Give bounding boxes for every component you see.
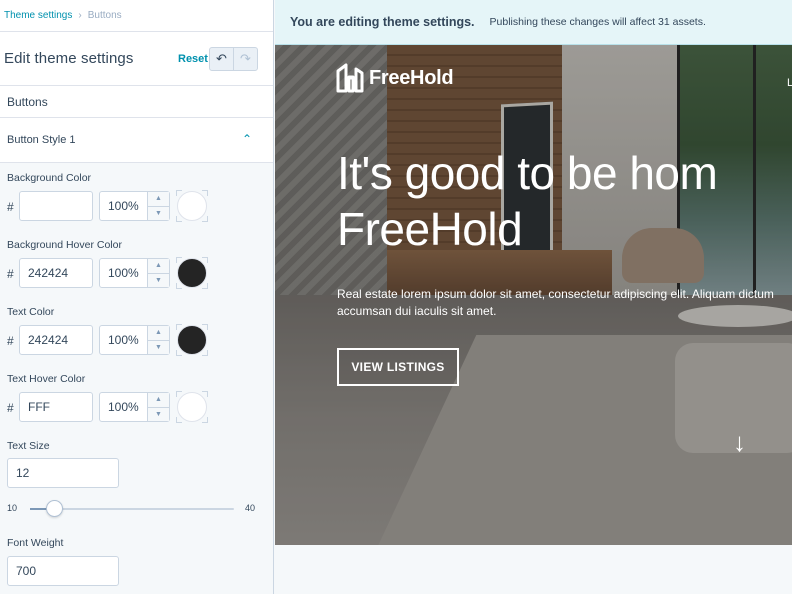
hero-body-text: Real estate lorem ipsum dolor sit amet, … <box>337 286 792 320</box>
stepper-down-icon[interactable]: ▼ <box>148 205 169 221</box>
text-size-input[interactable]: 12 <box>7 458 119 488</box>
slider-max-label: 40 <box>245 503 256 513</box>
opacity-stepper[interactable]: ▲ ▼ <box>147 259 169 287</box>
hex-color-input[interactable]: FFF <box>19 392 93 422</box>
opacity-value: 100% <box>108 333 139 347</box>
color-swatch-button[interactable] <box>176 391 208 423</box>
logo-text: FreeHold <box>369 66 454 89</box>
section-heading-buttons: Buttons <box>0 86 273 118</box>
color-swatch <box>177 392 207 422</box>
opacity-input[interactable]: 100% ▲ ▼ <box>99 191 170 221</box>
redo-icon[interactable]: ↷ <box>233 48 257 70</box>
opacity-value: 100% <box>108 400 139 414</box>
stepper-up-icon[interactable]: ▲ <box>148 326 169 340</box>
color-swatch-button[interactable] <box>176 324 208 356</box>
button-style-1-toggle[interactable]: Button Style 1 ⌃ <box>0 118 273 163</box>
banner-title: You are editing theme settings. <box>290 15 475 29</box>
color-field-label: Background Color <box>7 172 92 184</box>
hash-prefix: # <box>7 401 14 415</box>
text-size-label: Text Size <box>7 440 50 452</box>
theme-preview: You are editing theme settings. Publishi… <box>275 0 792 594</box>
opacity-value: 100% <box>108 199 139 213</box>
breadcrumb: Theme settings › Buttons <box>0 0 273 32</box>
opacity-input[interactable]: 100% ▲ ▼ <box>99 258 170 288</box>
stepper-down-icon[interactable]: ▼ <box>148 406 169 422</box>
undo-icon[interactable]: ↶ <box>210 48 233 70</box>
opacity-stepper[interactable]: ▲ ▼ <box>147 326 169 354</box>
theme-settings-sidebar: Theme settings › Buttons Edit theme sett… <box>0 0 274 594</box>
swatch-corner <box>202 283 208 289</box>
swatch-corner <box>202 216 208 222</box>
panel-title: Edit theme settings <box>4 50 134 67</box>
color-field-label: Background Hover Color <box>7 239 122 251</box>
font-weight-input[interactable]: 700 <box>7 556 119 586</box>
opacity-value: 100% <box>108 266 139 280</box>
stepper-up-icon[interactable]: ▲ <box>148 259 169 273</box>
opacity-input[interactable]: 100% ▲ ▼ <box>99 325 170 355</box>
hash-prefix: # <box>7 200 14 214</box>
hero-headline: It's good to be hom FreeHold <box>337 145 792 257</box>
stepper-down-icon[interactable]: ▼ <box>148 272 169 288</box>
color-swatch <box>177 325 207 355</box>
color-field-label: Text Hover Color <box>7 373 86 385</box>
hero-body-line-1: Real estate lorem ipsum dolor sit amet, … <box>337 287 774 301</box>
panel-header: Edit theme settings Reset ↶ ↷ <box>0 32 273 86</box>
stepper-up-icon[interactable]: ▲ <box>148 393 169 407</box>
hex-color-input[interactable]: 242424 <box>19 258 93 288</box>
breadcrumb-chevron-icon: › <box>78 10 82 21</box>
opacity-stepper[interactable]: ▲ ▼ <box>147 192 169 220</box>
slider-min-label: 10 <box>7 503 18 513</box>
undo-redo-group: ↶ ↷ <box>209 47 258 71</box>
nav-item-partial[interactable]: L <box>787 77 792 89</box>
hex-color-input[interactable] <box>19 191 93 221</box>
color-swatch <box>177 191 207 221</box>
freehold-logo[interactable]: FreeHold <box>336 63 454 93</box>
swatch-corner <box>202 417 208 423</box>
reset-button[interactable]: Reset <box>178 53 208 65</box>
hero-section: FreeHold L It's good to be hom FreeHold … <box>275 45 792 545</box>
stepper-up-icon[interactable]: ▲ <box>148 192 169 206</box>
hero-headline-line-1: It's good to be hom <box>337 147 718 199</box>
chevron-up-icon[interactable]: ⌃ <box>242 132 252 146</box>
breadcrumb-current: Buttons <box>87 10 122 21</box>
stepper-down-icon[interactable]: ▼ <box>148 339 169 355</box>
banner-message: Publishing these changes will affect 31 … <box>489 16 706 28</box>
color-field-label: Text Color <box>7 306 55 318</box>
opacity-input[interactable]: 100% ▲ ▼ <box>99 392 170 422</box>
breadcrumb-theme-settings-link[interactable]: Theme settings <box>4 10 72 21</box>
text-size-slider-handle[interactable] <box>46 500 64 517</box>
editing-banner: You are editing theme settings. Publishi… <box>275 0 792 45</box>
hero-body-line-2: accumsan dui iaculis sit amet. <box>337 304 497 318</box>
color-swatch <box>177 258 207 288</box>
hash-prefix: # <box>7 334 14 348</box>
view-listings-button[interactable]: VIEW LISTINGS <box>337 348 459 386</box>
hero-headline-line-2: FreeHold <box>337 203 523 255</box>
hash-prefix: # <box>7 267 14 281</box>
button-style-label: Button Style 1 <box>7 134 76 146</box>
swatch-corner <box>202 350 208 356</box>
opacity-stepper[interactable]: ▲ ▼ <box>147 393 169 421</box>
color-swatch-button[interactable] <box>176 257 208 289</box>
color-swatch-button[interactable] <box>176 190 208 222</box>
freehold-logo-icon <box>336 63 364 93</box>
font-weight-label: Font Weight <box>7 537 64 549</box>
hex-color-input[interactable]: 242424 <box>19 325 93 355</box>
arrow-down-icon[interactable]: ↓ <box>733 427 746 458</box>
